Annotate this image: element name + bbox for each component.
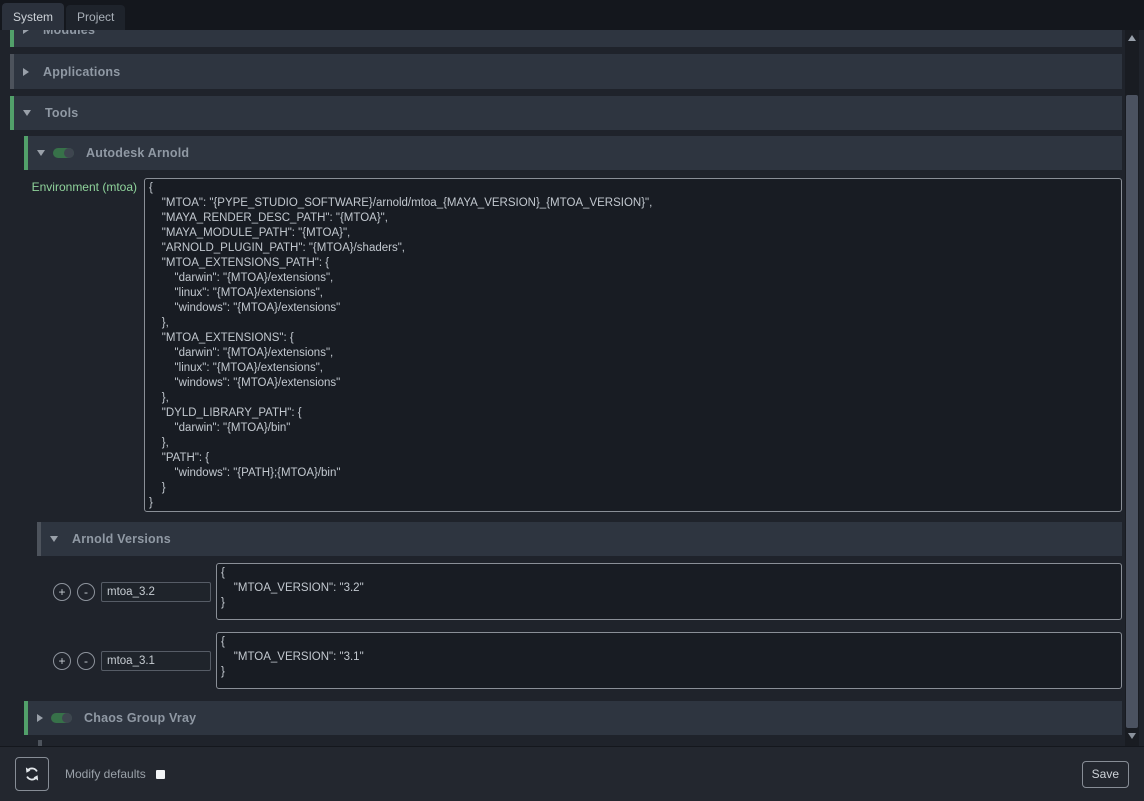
section-header-applications[interactable]: Applications (10, 54, 1122, 89)
add-version-button[interactable]: + (53, 652, 71, 670)
add-version-button[interactable]: + (53, 583, 71, 601)
arnold-enabled-toggle[interactable] (53, 148, 74, 158)
chevron-right-icon (23, 68, 29, 76)
section-title: Arnold Versions (72, 532, 171, 546)
toggle-knob (64, 148, 74, 158)
version-key-input[interactable] (101, 651, 211, 671)
modify-defaults-checkbox[interactable] (156, 770, 165, 779)
environment-mtoa-code: { "MTOA": "{PYPE_STUDIO_SOFTWARE}/arnold… (145, 179, 1121, 511)
version-row: + - { "MTOA_VERSION": "3.1" } (53, 632, 1122, 689)
environment-mtoa-label: Environment (mtoa) (24, 178, 144, 512)
section-header-tools[interactable]: Tools (10, 96, 1122, 130)
section-tools: Tools Autodesk Arnold (10, 96, 1122, 746)
chevron-down-icon (50, 536, 58, 542)
remove-version-button[interactable]: - (77, 652, 95, 670)
tab-bar: System Project (0, 0, 1144, 30)
settings-window: System Project Modules Applications (0, 0, 1144, 801)
toggle-knob (62, 713, 72, 723)
version-key-input[interactable] (101, 582, 211, 602)
refresh-icon (23, 765, 41, 783)
section-title: Applications (43, 65, 120, 79)
vertical-scrollbar[interactable] (1125, 30, 1139, 746)
section-modules-clipped: Modules (10, 30, 1122, 47)
scrollbar-thumb[interactable] (1126, 95, 1138, 728)
version-value-editor[interactable]: { "MTOA_VERSION": "3.2" } (216, 563, 1122, 620)
arrow-up-icon (1128, 35, 1136, 41)
section-title: Modules (43, 30, 95, 37)
section-header-autodesk-arnold[interactable]: Autodesk Arnold (24, 136, 1122, 170)
environment-mtoa-editor[interactable]: { "MTOA": "{PYPE_STUDIO_SOFTWARE}/arnold… (144, 178, 1122, 512)
footer-bar: Modify defaults Save (0, 746, 1144, 801)
tab-project[interactable]: Project (66, 5, 125, 30)
scroll-down-button[interactable] (1125, 728, 1139, 744)
save-button[interactable]: Save (1082, 761, 1129, 788)
settings-scroll-area: Modules Applications Tools (0, 30, 1144, 746)
subsection-autodesk-arnold: Autodesk Arnold Environment (mtoa) { "MT… (24, 136, 1122, 689)
chevron-right-icon (37, 714, 43, 722)
tab-system[interactable]: System (2, 3, 64, 30)
chevron-down-icon (37, 150, 45, 156)
section-title: Autodesk Arnold (86, 146, 189, 160)
chevron-down-icon (23, 110, 31, 116)
section-title: Chaos Group Vray (84, 711, 196, 725)
version-value-code: { "MTOA_VERSION": "3.1" } (217, 633, 1121, 680)
chevron-right-icon (23, 30, 29, 34)
version-value-code: { "MTOA_VERSION": "3.2" } (217, 564, 1121, 611)
section-title: Tools (45, 106, 78, 120)
scroll-up-button[interactable] (1125, 30, 1139, 46)
section-header-chaos-group-vray[interactable]: Chaos Group Vray (24, 701, 1122, 735)
section-header-arnold-versions[interactable]: Arnold Versions (37, 522, 1122, 556)
modify-defaults-label: Modify defaults (65, 767, 146, 781)
vray-enabled-toggle[interactable] (51, 713, 72, 723)
section-header-modules[interactable]: Modules (10, 30, 1122, 47)
remove-version-button[interactable]: - (77, 583, 95, 601)
version-value-editor[interactable]: { "MTOA_VERSION": "3.1" } (216, 632, 1122, 689)
refresh-button[interactable] (15, 757, 49, 791)
version-row: + - { "MTOA_VERSION": "3.2" } (53, 563, 1122, 620)
arrow-down-icon (1128, 733, 1136, 739)
